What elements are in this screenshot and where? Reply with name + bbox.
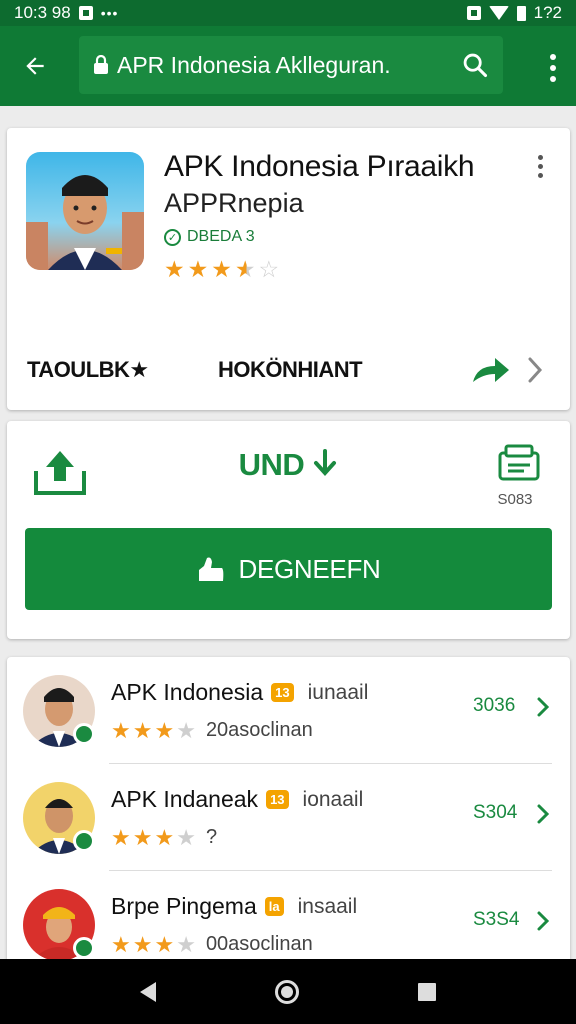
- verified-label: DBEDA 3: [187, 228, 255, 245]
- star-icon: ★: [132, 717, 153, 743]
- star-icon: ★: [154, 717, 175, 743]
- install-button[interactable]: DEGNEEFN: [25, 528, 552, 610]
- status-bar: 10:3 98 ••• 1?2: [0, 0, 576, 26]
- lock-icon: [94, 55, 108, 74]
- chevron-right-icon[interactable]: [535, 802, 551, 826]
- star-icon: ★: [111, 717, 131, 743]
- storage-icon[interactable]: [496, 443, 542, 487]
- star-icon: ★: [154, 931, 175, 957]
- app-header-card: APK Indonesia Pıraaikh APPRnepia ✓ DBEDA…: [7, 128, 570, 410]
- list-item-badge: 13: [266, 790, 289, 809]
- app-title: APK Indonesia Pıraaikh: [164, 150, 475, 183]
- download-center-label[interactable]: UND: [7, 447, 570, 483]
- battery-icon: [516, 5, 526, 21]
- list-item-reviews: 20asoclinan: [205, 719, 313, 741]
- back-button[interactable]: [0, 26, 70, 106]
- list-item[interactable]: Brpe Pingema la insaail ★ ★ ★ ★ 00asocli…: [7, 871, 570, 967]
- list-item-badge: 13: [271, 683, 294, 702]
- hand-icon: [199, 557, 224, 581]
- share-arrow-icon[interactable]: [469, 354, 511, 386]
- card-foot-mid[interactable]: HOKÖNHIANT: [218, 357, 363, 383]
- list-item-badge: la: [264, 897, 284, 916]
- url-text: APR Indonesia Aklleguran.: [117, 51, 391, 78]
- list-item-title: APK Indonesia: [111, 679, 264, 705]
- verified-badge-icon: [73, 723, 95, 745]
- nav-recents-icon[interactable]: [418, 982, 437, 1001]
- star-empty-icon: ☆: [258, 256, 280, 282]
- list-item-title: APK Indaneak: [111, 786, 259, 812]
- alarm-icon: [466, 6, 481, 20]
- list-item-reviews: ?: [205, 826, 218, 848]
- list-item-size: S3S4: [473, 909, 520, 930]
- search-bar[interactable]: APR Indonesia Aklleguran.: [79, 36, 503, 94]
- status-time: 10:3 98: [14, 3, 71, 22]
- check-circle-icon: ✓: [164, 228, 181, 246]
- install-label: DEGNEEFN: [238, 553, 381, 584]
- star-empty-icon: ★: [176, 931, 196, 957]
- star-empty-icon: ★: [176, 717, 196, 743]
- app-icon: [26, 152, 144, 270]
- nav-home-icon[interactable]: [274, 979, 299, 1004]
- list-item-title: Brpe Pingema: [111, 893, 257, 919]
- chevron-right-icon[interactable]: [535, 909, 551, 933]
- status-right-text: 1?2: [533, 3, 562, 22]
- list-item-reviews: 00asoclinan: [205, 933, 313, 955]
- star-icon: ★: [111, 931, 131, 957]
- storage-size: S083: [497, 491, 533, 508]
- card-foot-left[interactable]: TAOULBK★: [27, 357, 149, 383]
- more-vert-icon[interactable]: [538, 155, 543, 178]
- related-apps-list: APK Indonesia 13 iunaail ★ ★ ★ ★ 20asocl…: [7, 657, 570, 967]
- list-item-tag: ionaail: [302, 787, 364, 811]
- list-item-tag: iunaail: [307, 680, 369, 704]
- rating-stars: ★ ★ ★ ★ ☆: [164, 258, 279, 281]
- star-empty-icon: ★: [176, 824, 196, 850]
- list-item[interactable]: APK Indaneak 13 ionaail ★ ★ ★ ★ ? S304: [7, 764, 570, 871]
- star-icon: ★: [187, 256, 209, 282]
- overflow-menu-icon[interactable]: [550, 54, 556, 82]
- list-item-title-row: Brpe Pingema la insaail: [111, 893, 357, 920]
- list-item-size: 3036: [473, 695, 516, 716]
- system-nav-bar: [0, 959, 576, 1024]
- star-half-icon: ★: [234, 256, 256, 282]
- verified-row: ✓ DBEDA 3: [164, 228, 255, 246]
- star-icon: ★: [164, 256, 185, 282]
- star-icon: ★: [111, 824, 131, 850]
- more-notifications-icon: •••: [100, 5, 119, 21]
- list-item-tag: insaail: [297, 894, 358, 918]
- arrow-left-icon: [26, 57, 44, 75]
- star-icon: ★: [154, 824, 175, 850]
- app-developer[interactable]: APPRnepia: [164, 188, 304, 219]
- app-bar: APR Indonesia Aklleguran.: [0, 26, 576, 106]
- arrow-down-icon: [314, 449, 337, 476]
- nav-back-icon[interactable]: [139, 981, 156, 1002]
- chevron-right-icon[interactable]: [535, 695, 551, 719]
- download-card: UND S083 DEGNEEFN: [7, 421, 570, 639]
- list-item-rating: ★ ★ ★ ★ ?: [111, 826, 217, 849]
- notification-icon: [78, 6, 93, 20]
- list-item-title-row: APK Indaneak 13 ionaail: [111, 786, 363, 813]
- star-icon: ★: [132, 931, 153, 957]
- list-item-rating: ★ ★ ★ ★ 00asoclinan: [111, 933, 313, 956]
- wifi-icon: [488, 6, 509, 20]
- star-icon: ★: [132, 824, 153, 850]
- download-center-text: UND: [238, 447, 305, 482]
- list-item[interactable]: APK Indonesia 13 iunaail ★ ★ ★ ★ 20asocl…: [7, 657, 570, 764]
- star-icon: ★: [211, 256, 232, 282]
- list-item-title-row: APK Indonesia 13 iunaail: [111, 679, 368, 706]
- verified-badge-icon: [73, 830, 95, 852]
- search-icon[interactable]: [461, 51, 489, 79]
- list-item-size: S304: [473, 802, 518, 823]
- verified-badge-icon: [73, 937, 95, 959]
- chevron-right-icon[interactable]: [525, 354, 545, 386]
- list-item-rating: ★ ★ ★ ★ 20asoclinan: [111, 719, 313, 742]
